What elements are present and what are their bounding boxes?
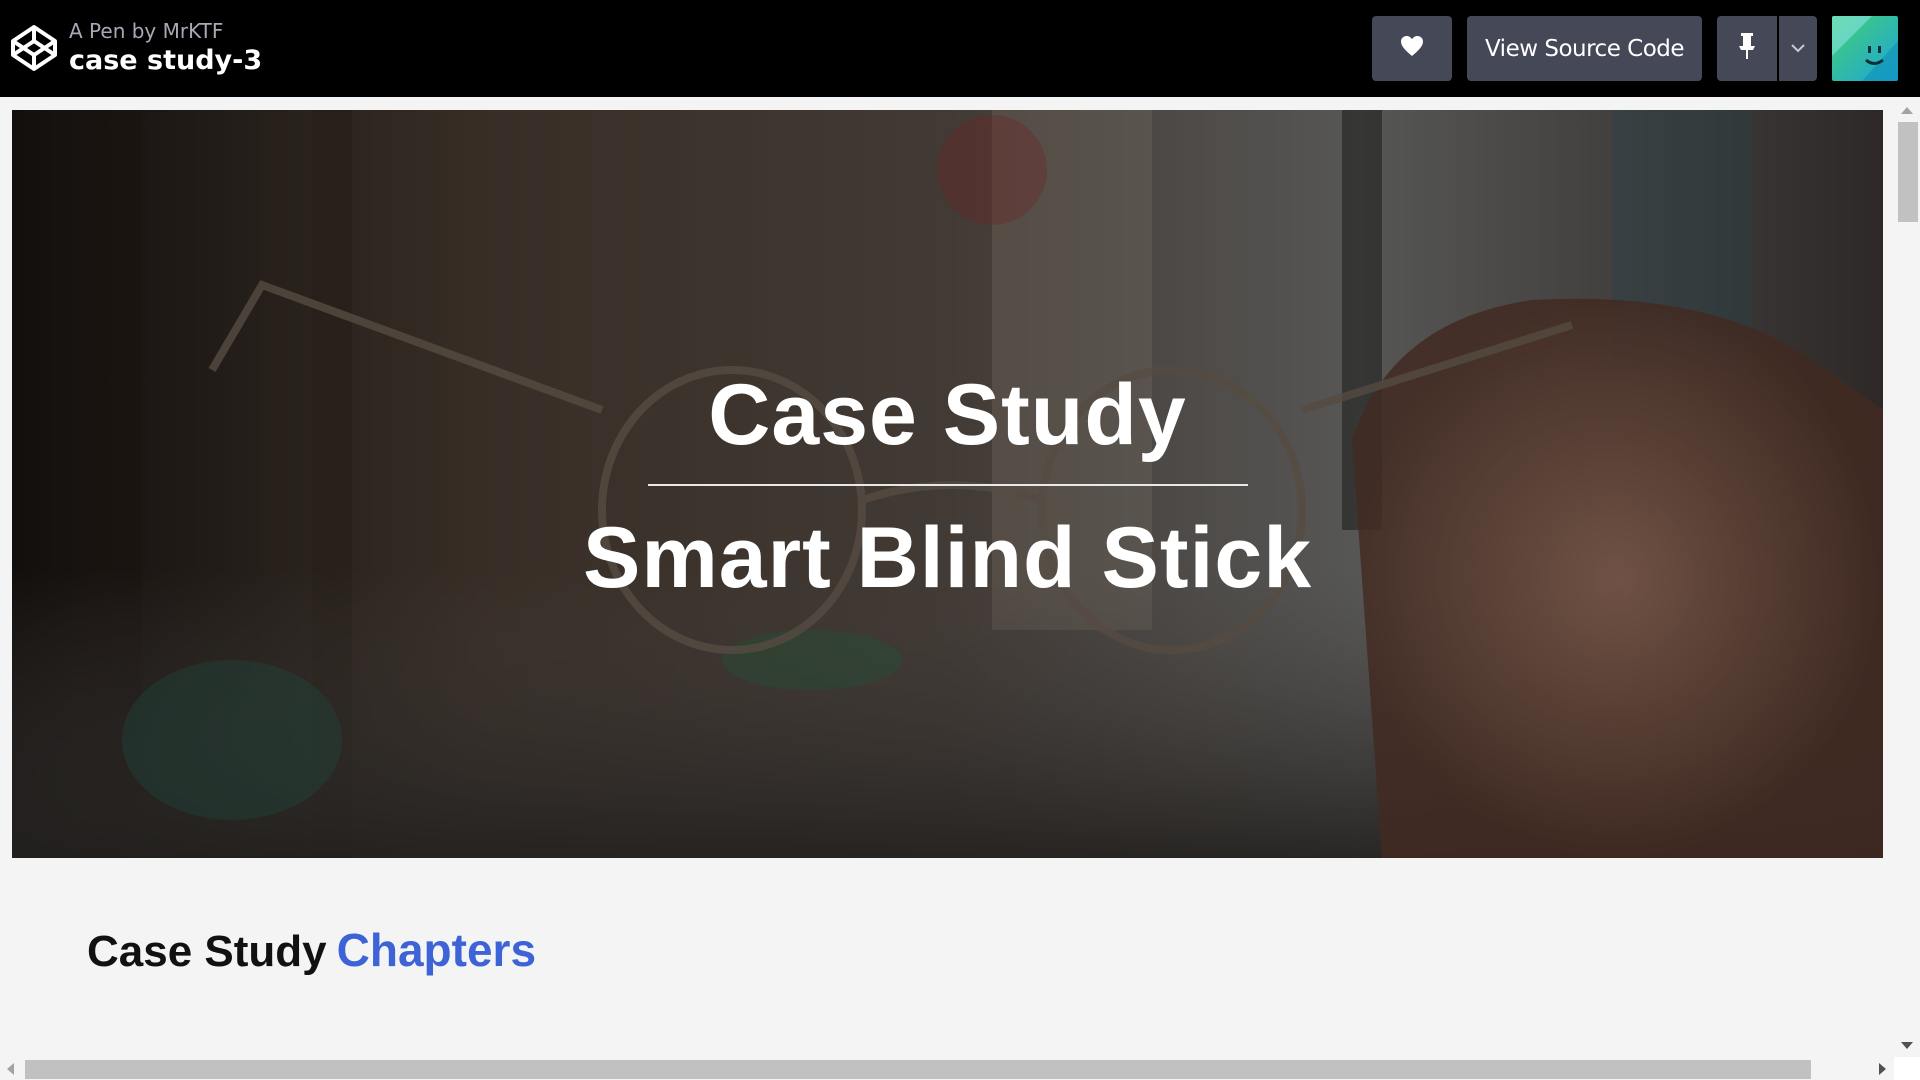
pen-meta: A Pen by MrKTF case study-3 <box>69 18 262 78</box>
heart-icon <box>1400 35 1424 62</box>
pen-author[interactable]: A Pen by MrKTF <box>69 18 262 44</box>
scroll-right-arrow-icon[interactable] <box>1879 1063 1886 1075</box>
pen-preview: Case Study Smart Blind Stick Case Study C… <box>0 97 1920 1080</box>
vertical-scrollbar[interactable] <box>1894 97 1920 1057</box>
scroll-left-arrow-icon[interactable] <box>7 1063 14 1075</box>
scrollbar-corner <box>1894 1057 1920 1080</box>
pin-icon <box>1737 32 1757 65</box>
hero-divider <box>648 484 1248 486</box>
chapters-heading-text: Case Study <box>87 927 327 976</box>
chapters-heading: Case Study Chapters <box>87 923 536 977</box>
hero-title: Case Study <box>708 367 1187 463</box>
pen-title: case study-3 <box>69 45 263 76</box>
hero-text: Case Study Smart Blind Stick <box>12 110 1883 858</box>
hero-subtitle: Smart Blind Stick <box>582 510 1313 606</box>
codepen-logo-icon[interactable] <box>10 24 58 72</box>
preview-page: Case Study Smart Blind Stick Case Study C… <box>0 97 1894 1057</box>
scroll-up-arrow-icon[interactable] <box>1901 107 1913 114</box>
horizontal-scroll-thumb[interactable] <box>25 1060 1811 1079</box>
vertical-scroll-thumb[interactable] <box>1898 122 1918 222</box>
chapters-heading-accent: Chapters <box>336 924 537 976</box>
pin-menu-button[interactable] <box>1779 16 1817 81</box>
hero-banner: Case Study Smart Blind Stick <box>12 110 1883 858</box>
horizontal-scrollbar[interactable] <box>0 1057 1894 1080</box>
chevron-down-icon <box>1790 40 1806 58</box>
view-source-button[interactable]: View Source Code <box>1467 16 1702 81</box>
pin-button[interactable] <box>1717 16 1777 81</box>
top-bar: A Pen by MrKTF case study-3 View Source … <box>0 0 1920 97</box>
like-button[interactable] <box>1372 16 1452 81</box>
scroll-down-arrow-icon[interactable] <box>1901 1042 1913 1049</box>
user-avatar[interactable] <box>1832 16 1898 81</box>
